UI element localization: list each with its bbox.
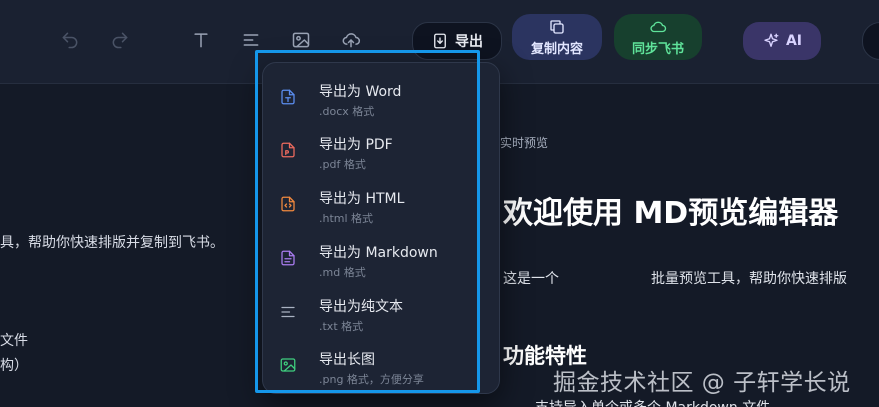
export-button[interactable]: 导出 — [412, 22, 502, 60]
preview-pane-label: 实时预览 — [500, 136, 549, 150]
export-item-subtitle: .html 格式 — [319, 212, 374, 225]
export-item-title: 导出为 PDF — [319, 137, 393, 153]
copy-content-label: 复制内容 — [530, 41, 583, 57]
html-code-icon — [279, 195, 297, 213]
export-item-title: 导出为 HTML — [319, 191, 405, 207]
export-item-title: 导出为 Markdown — [319, 245, 438, 261]
download-icon — [434, 33, 446, 49]
watermark: 掘金技术社区 @ 子轩学长说 — [553, 370, 851, 396]
more-button[interactable] — [862, 22, 879, 60]
export-button-label: 导出 — [455, 34, 483, 50]
pdf-doc-icon — [279, 141, 297, 159]
image-icon[interactable] — [289, 28, 313, 52]
export-item-subtitle: .md 格式 — [319, 266, 366, 279]
export-item-subtitle: .txt 格式 — [319, 320, 364, 333]
image-icon — [279, 356, 297, 374]
editor-line[interactable]: 文件 — [0, 330, 28, 350]
export-item-subtitle: .docx 格式 — [319, 105, 375, 118]
sync-feishu-label: 同步飞书 — [631, 41, 684, 57]
editor-line[interactable]: 具，帮助你快速排版并复制到飞书。 — [0, 232, 224, 252]
cloud-icon — [650, 21, 667, 32]
export-item-subtitle: .pdf 格式 — [319, 158, 366, 171]
ai-label: AI — [785, 33, 803, 49]
align-icon[interactable] — [239, 28, 263, 52]
preview-title: 欢迎使用 MD预览编辑器 — [503, 196, 839, 231]
export-menu: 导出为 Word .docx 格式 导出为 PDF .pdf 格式 导出为 HT… — [262, 62, 500, 394]
preview-paragraph-prefix: 这是一个 — [503, 271, 559, 287]
editor-line[interactable]: 构） — [0, 355, 28, 375]
export-item-title: 导出为 Word — [319, 84, 402, 100]
export-long-image-item[interactable]: 导出长图 .png 格式，方便分享 — [263, 337, 501, 391]
text-lines-icon — [279, 303, 297, 321]
export-markdown-item[interactable]: 导出为 Markdown .md 格式 — [263, 230, 501, 284]
copy-content-button[interactable]: 复制内容 — [512, 14, 602, 60]
ai-button[interactable]: AI — [743, 22, 821, 60]
export-html-item[interactable]: 导出为 HTML .html 格式 — [263, 176, 501, 230]
word-doc-icon — [279, 88, 297, 106]
export-pdf-item[interactable]: 导出为 PDF .pdf 格式 — [263, 122, 501, 176]
copy-icon — [550, 19, 564, 34]
markdown-doc-icon — [279, 249, 297, 267]
redo-icon[interactable] — [108, 28, 132, 52]
undo-icon[interactable] — [58, 28, 82, 52]
preview-paragraph-suffix: 批量预览工具，帮助你快速排版 — [651, 271, 847, 287]
text-icon[interactable] — [189, 28, 213, 52]
sync-feishu-button[interactable]: 同步飞书 — [614, 14, 702, 60]
export-item-title: 导出为纯文本 — [319, 299, 403, 315]
export-word-item[interactable]: 导出为 Word .docx 格式 — [263, 69, 501, 123]
preview-list-item: 支持导入单个或多个 Markdown 文件 — [535, 397, 770, 407]
export-item-subtitle: .png 格式，方便分享 — [319, 373, 424, 386]
export-item-title: 导出长图 — [319, 352, 375, 368]
upload-cloud-icon[interactable] — [339, 28, 363, 52]
export-text-item[interactable]: 导出为纯文本 .txt 格式 — [263, 284, 501, 338]
sparkle-icon — [764, 33, 779, 47]
